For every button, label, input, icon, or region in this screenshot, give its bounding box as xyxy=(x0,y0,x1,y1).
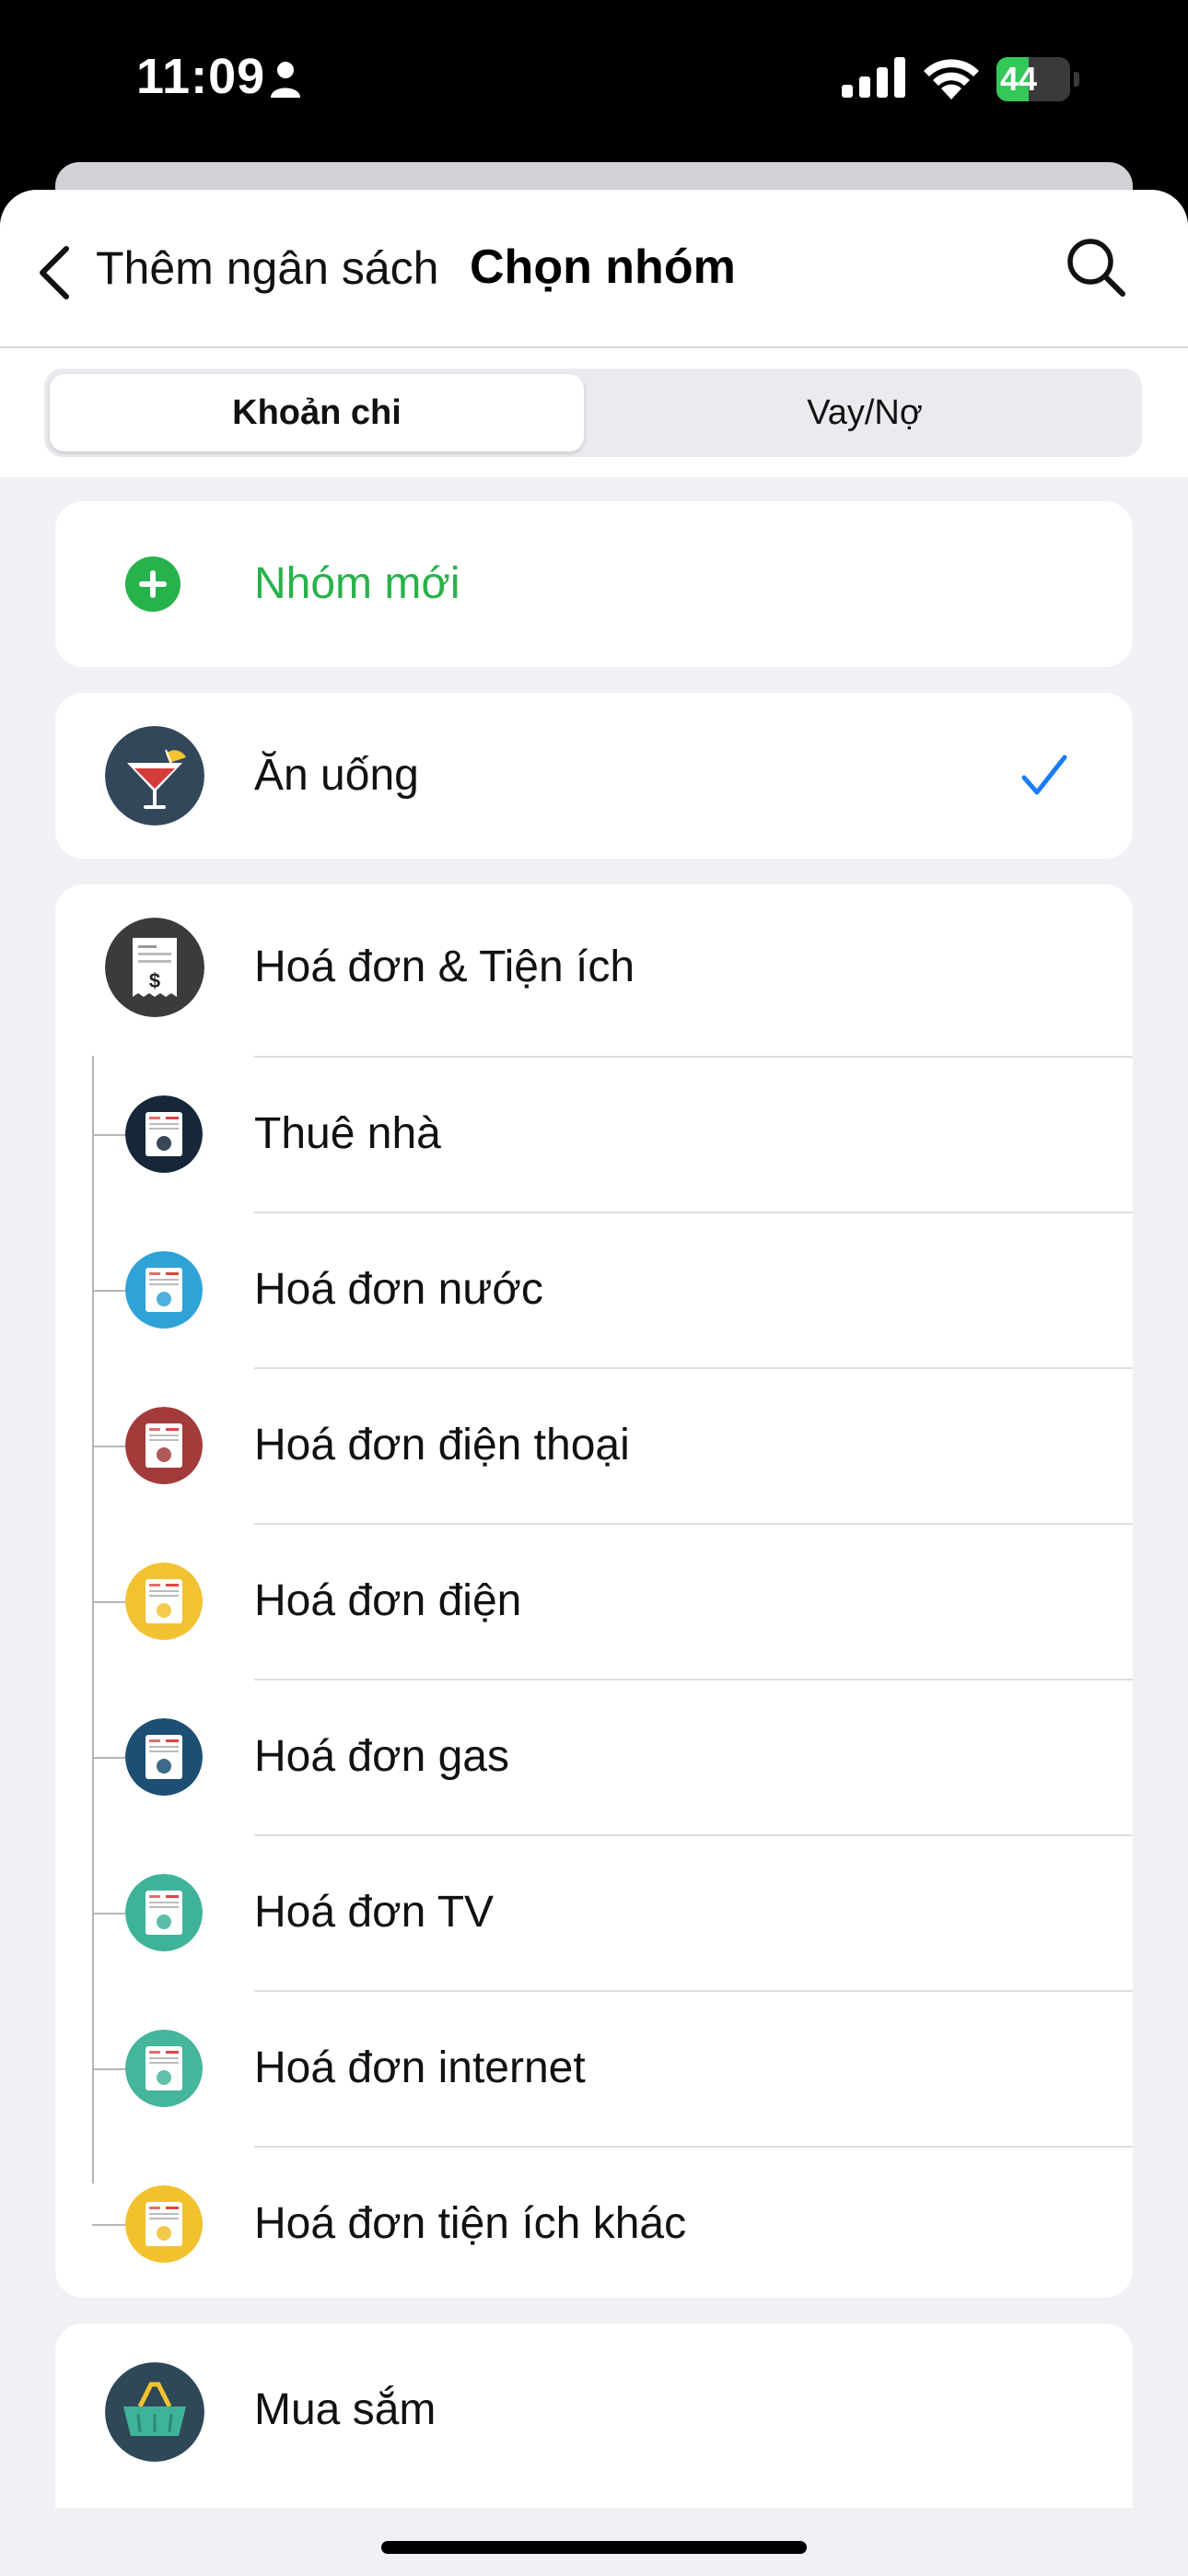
person-icon xyxy=(271,62,300,98)
add-circle-icon xyxy=(125,556,181,612)
row-divider xyxy=(254,1834,1133,1836)
tab-debt-loan[interactable]: Vay/Nợ xyxy=(593,374,1136,451)
subgroup-label: Hoá đơn internet xyxy=(254,2043,586,2092)
row-divider xyxy=(254,1523,1133,1525)
tree-branch xyxy=(92,1600,125,1603)
tree-branch xyxy=(92,1445,125,1447)
back-chevron-icon[interactable] xyxy=(28,236,92,310)
subgroup-label: Hoá đơn gas xyxy=(254,1731,509,1781)
tv-bill-icon xyxy=(125,1873,203,1951)
nav-header: Thêm ngân sách Chọn nhóm xyxy=(0,190,1188,348)
group-row-selected[interactable]: Ăn uống xyxy=(55,693,1133,859)
phone-bill-icon xyxy=(125,1406,203,1484)
new-group-row[interactable]: Nhóm mới xyxy=(55,501,1133,667)
subgroup-label: Thuê nhà xyxy=(254,1108,441,1158)
other-bill-icon xyxy=(125,2184,203,2263)
internet-bill-icon xyxy=(125,2029,203,2107)
home-indicator xyxy=(381,2541,807,2554)
tree-branch xyxy=(92,1133,125,1136)
basket-icon xyxy=(105,2362,204,2462)
subgroup-label: Hoá đơn điện xyxy=(254,1575,522,1625)
tab-expense[interactable]: Khoản chi xyxy=(50,374,584,451)
back-button-label[interactable]: Thêm ngân sách xyxy=(96,241,438,295)
tree-branch xyxy=(92,1756,125,1759)
subgroup-label: Hoá đơn nước xyxy=(254,1264,543,1314)
subgroup-label: Hoá đơn tiện ích khác xyxy=(254,2198,687,2248)
gas-bill-icon xyxy=(125,1717,203,1796)
group-row-shopping[interactable]: Mua sắm xyxy=(55,2324,1133,2508)
group-picker-sheet: Thêm ngân sách Chọn nhóm Khoản chi Vay/N… xyxy=(0,190,1188,2576)
battery-indicator: 44 xyxy=(996,57,1081,101)
bills-group-card: $ Hoá đơn & Tiện ích Thuê nhà Hoá đơn nướ… xyxy=(55,884,1133,2298)
row-divider xyxy=(254,1212,1133,1213)
electric-bill-icon xyxy=(125,1562,203,1640)
bill-icon: $ xyxy=(105,918,204,1017)
group-label-bills: Hoá đơn & Tiện ích xyxy=(254,943,635,991)
svg-text:$: $ xyxy=(149,969,160,992)
segment-area: Khoản chi Vay/Nợ xyxy=(0,348,1188,477)
search-icon[interactable] xyxy=(1065,236,1129,300)
segmented-control: Khoản chi Vay/Nợ xyxy=(44,369,1142,457)
status-time: 11:09 xyxy=(136,49,266,104)
tree-branch xyxy=(92,1289,125,1292)
status-bar: 11:09 44 xyxy=(0,0,1188,217)
water-bill-icon xyxy=(125,1250,203,1329)
subgroup-row[interactable]: Hoá đơn nước xyxy=(55,1212,1133,1367)
tree-branch xyxy=(92,2223,125,2226)
tree-branch xyxy=(92,1912,125,1914)
page-title: Chọn nhóm xyxy=(470,240,736,294)
cellular-signal-icon xyxy=(842,57,905,98)
house-bill-icon xyxy=(125,1095,203,1173)
row-divider xyxy=(254,2146,1133,2148)
row-divider xyxy=(254,1990,1133,1992)
row-divider xyxy=(254,1367,1133,1369)
checkmark-icon xyxy=(1021,755,1067,795)
subgroup-row[interactable]: Hoá đơn gas xyxy=(55,1679,1133,1834)
wifi-icon xyxy=(924,59,979,100)
subgroup-label: Hoá đơn TV xyxy=(254,1887,495,1937)
group-row-bills[interactable]: $ Hoá đơn & Tiện ích xyxy=(55,884,1133,1050)
subgroup-label: Hoá đơn điện thoại xyxy=(254,1420,630,1469)
new-group-label: Nhóm mới xyxy=(254,559,460,608)
subgroup-row[interactable]: Thuê nhà xyxy=(55,1056,1133,1212)
group-label-shopping: Mua sắm xyxy=(254,2385,437,2434)
subgroup-row[interactable]: Hoá đơn internet xyxy=(55,1990,1133,2146)
subgroup-row[interactable]: Hoá đơn TV xyxy=(55,1834,1133,1990)
subgroup-row[interactable]: Hoá đơn điện xyxy=(55,1523,1133,1679)
group-label-food: Ăn uống xyxy=(254,751,419,800)
tree-branch xyxy=(92,2067,125,2070)
subgroup-row[interactable]: Hoá đơn tiện ích khác xyxy=(55,2146,1133,2301)
row-divider xyxy=(254,1056,1133,1058)
row-divider xyxy=(254,1679,1133,1680)
subgroup-row[interactable]: Hoá đơn điện thoại xyxy=(55,1367,1133,1523)
cocktail-icon xyxy=(105,726,204,825)
battery-percent: 44 xyxy=(1000,60,1038,98)
